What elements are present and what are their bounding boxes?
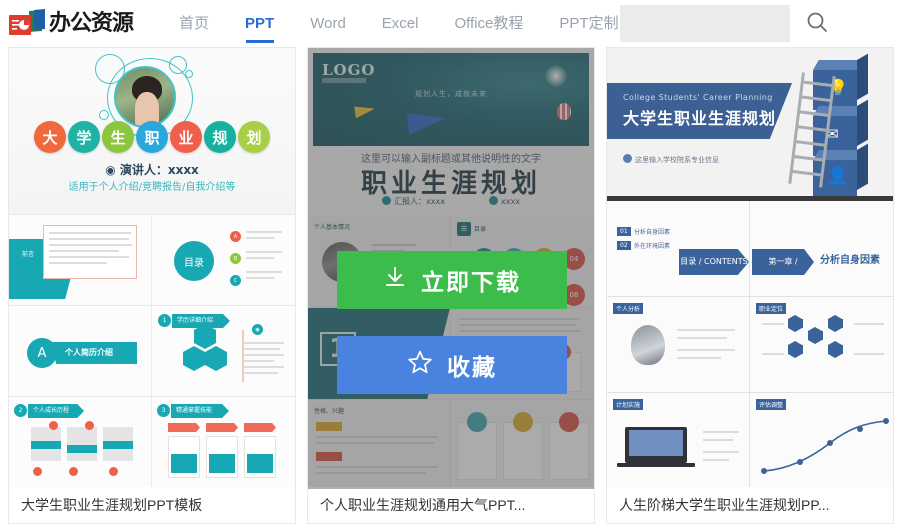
nav-item-word[interactable]: Word <box>292 0 364 47</box>
slide-thumb: 2 个人成长历程 <box>9 397 152 488</box>
slide-label: 分析自身因素 <box>820 255 880 266</box>
slide-label: 评估调整 <box>756 399 787 410</box>
curve-chart <box>761 418 889 474</box>
decor-bubble <box>99 110 109 120</box>
template-card[interactable]: College Students' Career Planning 大学生职业生… <box>606 47 894 524</box>
search-icon <box>806 11 828 36</box>
template-grid: 大 学 生 职 业 规 划 ◉ 演讲人：xxxx 适用于个人介绍/竞聘报告/自我… <box>0 47 902 524</box>
cover-en-title: College Students' Career Planning <box>623 93 773 102</box>
slide-thumb: 计划实施 <box>607 393 750 489</box>
favorite-button[interactable]: 收藏 <box>337 336 567 394</box>
step-badge: A <box>230 231 241 242</box>
cover-note: 这里输入学校院系专业信息 <box>623 154 719 165</box>
logo-text: 办公资源 <box>49 10 134 36</box>
thumb-cover-slide: College Students' Career Planning 大学生职业生… <box>607 48 893 196</box>
step-badge: 1 <box>158 314 171 327</box>
thumb-cover-slide: 大 学 生 职 业 规 划 ◉ 演讲人：xxxx 适用于个人介绍/竞聘报告/自我… <box>9 48 295 215</box>
slide-thumb: 3 精通掌握技能 <box>152 397 295 488</box>
text-lines <box>246 231 282 283</box>
slide-thumb: 评估调整 <box>750 393 893 489</box>
slide-label: 分析自身因素 <box>634 229 671 236</box>
step-badge: 01 <box>617 227 631 236</box>
search-bar <box>620 5 827 42</box>
slide-grid: 01 分析自身因素 02 外在环境因素 目录 / CONTENTS 第一章 / … <box>607 201 893 489</box>
card-title[interactable]: 大学生职业生涯规划PPT模板 <box>9 487 295 523</box>
slide-thumb: 1 学历详细介绍 ◉ <box>152 306 295 397</box>
step-badge: C <box>230 275 241 286</box>
step-badge: 02 <box>617 241 631 250</box>
download-label: 立即下载 <box>421 270 521 296</box>
slide-label: 外在环境因素 <box>634 243 671 250</box>
slide-thumb: A 个人简历介绍 <box>9 306 152 397</box>
text-lines <box>244 342 284 378</box>
slide-thumb: 前言 <box>9 215 152 306</box>
speaker-line: ◉ 演讲人：xxxx <box>105 163 199 177</box>
nav-item-excel[interactable]: Excel <box>364 0 437 47</box>
star-icon <box>407 349 433 381</box>
template-thumbnail[interactable]: 大 学 生 职 业 规 划 ◉ 演讲人：xxxx 适用于个人介绍/竞聘报告/自我… <box>9 48 295 489</box>
slide-label: 职业定位 <box>756 303 787 314</box>
card-title[interactable]: 人生阶梯大学生职业生涯规划PP... <box>607 487 893 523</box>
person-photo <box>631 325 665 365</box>
step-badge: B <box>230 253 241 264</box>
download-icon <box>383 265 407 295</box>
step-badge: 2 <box>14 404 27 417</box>
nav-item-home[interactable]: 首页 <box>161 0 227 47</box>
slide-thumb: 01 分析自身因素 02 外在环境因素 目录 / CONTENTS <box>607 201 750 297</box>
nav-item-tutorial[interactable]: Office教程 <box>436 0 541 47</box>
slide-label: 精通掌握技能 <box>171 404 229 418</box>
title-char: 学 <box>68 121 100 153</box>
slide-thumb: 第一章 / Chapter 分析自身因素 <box>750 201 893 297</box>
template-thumbnail[interactable]: LOGO 规划人生，成就未来 这里可以输入副标题或其他说明性的文字 职业生涯规划… <box>308 48 594 489</box>
title-char: 规 <box>204 121 236 153</box>
favorite-label: 收藏 <box>447 355 497 381</box>
person-icon: 👤 <box>827 166 849 185</box>
download-button[interactable]: 立即下载 <box>337 251 567 309</box>
template-thumbnail[interactable]: College Students' Career Planning 大学生职业生… <box>607 48 893 489</box>
title-char: 职 <box>136 121 168 153</box>
main-nav: 首页 PPT Word Excel Office教程 PPT定制 <box>161 0 637 47</box>
slide-thumb: 个人分析 <box>607 297 750 393</box>
slide-label: 计划实施 <box>613 399 644 410</box>
text-lines <box>49 232 132 268</box>
title-char: 业 <box>170 121 202 153</box>
card-title[interactable]: 个人职业生涯规划通用大气PPT... <box>308 487 594 523</box>
cover-subtitle: 适用于个人介绍/竞聘报告/自我介绍等 <box>68 182 236 193</box>
avatar <box>114 66 176 128</box>
search-input[interactable] <box>620 5 806 42</box>
laptop-icon <box>625 427 687 463</box>
slide-label: 目录 <box>174 241 214 281</box>
slide-label: 第一章 / Chapter <box>752 249 814 275</box>
slide-label: 目录 / CONTENTS <box>679 249 749 275</box>
site-header: 办公资源 首页 PPT Word Excel Office教程 PPT定制 <box>0 0 902 47</box>
template-card[interactable]: LOGO 规划人生，成就未来 这里可以输入副标题或其他说明性的文字 职业生涯规划… <box>307 47 595 524</box>
slide-label: 个人成长历程 <box>28 404 84 418</box>
title-char: 大 <box>34 121 66 153</box>
thumb-preview-blue: College Students' Career Planning 大学生职业生… <box>607 48 893 489</box>
thumb-preview-colorful: 大 学 生 职 业 规 划 ◉ 演讲人：xxxx 适用于个人介绍/竞聘报告/自我… <box>9 48 295 489</box>
title-char: 划 <box>238 121 270 153</box>
nav-item-ppt[interactable]: PPT <box>227 0 292 47</box>
title-char: 生 <box>102 121 134 153</box>
slide-thumb: 职业定位 <box>750 297 893 393</box>
site-logo[interactable]: 办公资源 <box>8 0 134 47</box>
person-icon: ◉ <box>252 324 263 335</box>
slide-label: 个人简历介绍 <box>65 348 113 357</box>
office-books-logo-icon <box>8 8 46 39</box>
cover-cn-title: 大学生职业生涯规划 <box>623 109 777 128</box>
search-button[interactable] <box>806 5 828 42</box>
slide-label: 个人分析 <box>613 303 644 314</box>
template-card[interactable]: 大 学 生 职 业 规 划 ◉ 演讲人：xxxx 适用于个人介绍/竞聘报告/自我… <box>8 47 296 524</box>
step-badge: 3 <box>157 404 170 417</box>
title-circles: 大 学 生 职 业 规 划 <box>34 121 270 153</box>
slide-thumb: 目录 A B C <box>152 215 295 306</box>
slide-grid: 前言 目录 A B C A 个人简历介绍 1 学历详细介绍 ◉ 2 个人成长历程… <box>9 215 295 489</box>
card-hover-overlay: 立即下载 收藏 <box>308 48 594 489</box>
slide-label: 前言 <box>22 251 35 258</box>
